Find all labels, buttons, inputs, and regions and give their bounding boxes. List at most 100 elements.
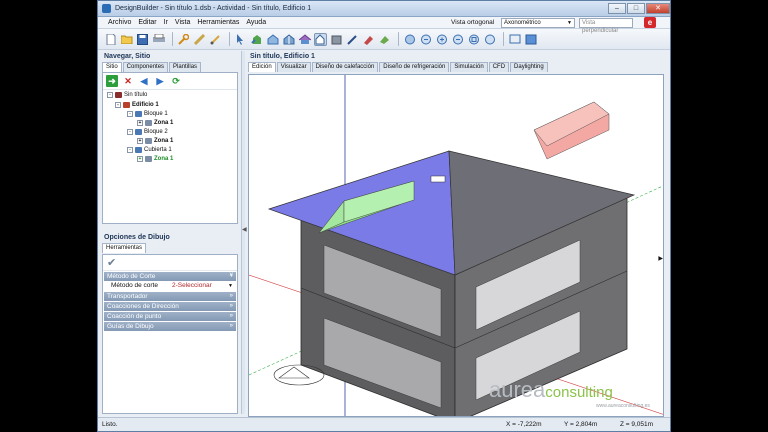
collapse-node-icon[interactable]: - [115, 101, 121, 108]
refresh-icon[interactable]: ⟳ [170, 75, 182, 87]
fill-icon[interactable] [378, 33, 391, 46]
collapse-node-icon[interactable]: - [107, 91, 113, 98]
collapse-arrow-icon[interactable]: ◀ [242, 226, 247, 233]
print-icon[interactable] [152, 33, 165, 46]
add-partition-icon[interactable] [282, 33, 295, 46]
section-coaccion-de-punto[interactable]: Coacción de punto » [104, 312, 236, 321]
zoom-icon[interactable] [419, 33, 432, 46]
tree-node[interactable]: - Edificio 1 [115, 100, 159, 109]
checkmark-icon[interactable]: ✔ [103, 255, 237, 271]
wrench-icon[interactable] [177, 33, 190, 46]
section-label: Guías de Dibujo [107, 323, 154, 330]
add-zone-icon[interactable] [266, 33, 279, 46]
tree-node[interactable]: - Cubierta 1 [127, 145, 172, 154]
menu-ir[interactable]: Ir [164, 19, 168, 26]
menu-ayuda[interactable]: Ayuda [246, 19, 266, 26]
orbit-icon[interactable] [403, 33, 416, 46]
screen-capture-icon[interactable] [508, 33, 521, 46]
tab-simulacion[interactable]: Simulación [450, 62, 488, 72]
paint-icon[interactable] [209, 33, 222, 46]
zoom-in-icon[interactable] [435, 33, 448, 46]
tree-node[interactable]: - Sin título [107, 90, 147, 99]
tree-node[interactable]: + Zona 1 [137, 154, 173, 163]
tree-node[interactable]: - Bloque 1 [127, 109, 168, 118]
expand-node-icon[interactable]: + [137, 155, 143, 162]
tree-node[interactable]: + Zona 1 [137, 136, 173, 145]
forward-arrow-icon[interactable]: ▶ [154, 75, 166, 87]
section-guias-de-dibujo[interactable]: Guías de Dibujo » [104, 322, 236, 331]
panel-splitter[interactable]: ◀ [241, 51, 247, 414]
close-button[interactable]: ✕ [646, 3, 670, 14]
expand-node-icon[interactable]: + [137, 137, 143, 144]
left-panel: Navegar, Sitio Sitio Componentes Plantil… [102, 51, 242, 414]
tree-node-label: Edificio 1 [132, 101, 159, 108]
erase-icon[interactable] [362, 33, 375, 46]
section-label: Coacciones de Dirección [107, 303, 179, 310]
chevron-down-icon[interactable]: ▼ [228, 281, 233, 291]
tab-diseno-de-refrigeracion[interactable]: Diseño de refrigeración [379, 62, 450, 72]
collapse-node-icon[interactable]: - [127, 128, 133, 135]
status-y: Y = 2,804m [564, 421, 598, 428]
navigation-tabs: Sitio Componentes Plantillas [102, 62, 242, 72]
pan-icon[interactable] [483, 33, 496, 46]
toolbar-separator [229, 32, 230, 46]
tab-diseno-de-calefaccion[interactable]: Diseño de calefacción [311, 62, 379, 72]
add-block-icon[interactable] [250, 33, 263, 46]
compass-pointer [278, 366, 310, 379]
tree-node[interactable]: + Zona 1 [137, 118, 173, 127]
ruler-icon[interactable] [193, 33, 206, 46]
expand-node-icon[interactable]: + [137, 119, 143, 126]
minimize-button[interactable]: – [608, 3, 626, 14]
block-solid-icon[interactable] [330, 33, 343, 46]
collapse-node-icon[interactable]: - [127, 146, 133, 153]
help-icon[interactable]: e [644, 17, 656, 28]
collapse-node-icon[interactable]: - [127, 110, 133, 117]
new-file-icon[interactable] [104, 33, 117, 46]
render-icon[interactable] [524, 33, 537, 46]
drawing-options-tabs: Herramientas [102, 243, 238, 253]
tab-edicion[interactable]: Edición [248, 62, 276, 72]
chevron-down-icon: ▼ [567, 20, 572, 26]
section-label: Método de Corte [107, 273, 156, 280]
3d-viewport[interactable]: aureaconsulting www.aureaconsulting.es ▶ [248, 74, 664, 417]
menu-editar[interactable]: Editar [138, 19, 156, 26]
screen-tabs: Edición Visualizar Diseño de calefacción… [248, 62, 668, 72]
cut-method-row[interactable]: Método de corte 2-Seleccionar ▼ [103, 281, 237, 291]
back-arrow-icon[interactable]: ◀ [138, 75, 150, 87]
cut-method-value[interactable]: 2-Seleccionar [172, 281, 212, 291]
menu-vista[interactable]: Vista [175, 19, 190, 26]
tree-node[interactable]: - Bloque 2 [127, 127, 168, 136]
add-roof-icon[interactable] [298, 33, 311, 46]
perpendicular-view-input[interactable]: Vista perpendicular [579, 18, 633, 34]
section-metodo-de-corte[interactable]: Método de Corte ¥ [104, 272, 236, 281]
node-icon [145, 119, 152, 126]
drawing-options-box: ✔ Método de Corte ¥ Método de corte 2-Sele… [102, 254, 238, 414]
tab-cfd[interactable]: CFD [488, 62, 510, 72]
select-pointer-icon[interactable] [234, 33, 247, 46]
node-icon [135, 146, 142, 153]
section-coacciones-de-direccion[interactable]: Coacciones de Dirección » [104, 302, 236, 311]
collapse-right-icon[interactable]: ▶ [658, 255, 663, 262]
view-select[interactable]: Axonométrico ▼ [501, 18, 575, 28]
collapse-icon: ¥ [229, 273, 233, 279]
building-model[interactable] [249, 75, 664, 417]
go-icon[interactable]: ➜ [106, 75, 118, 87]
delete-icon[interactable]: ✕ [122, 75, 134, 87]
draw-pen-icon[interactable] [346, 33, 359, 46]
status-x: X = -7,222m [506, 421, 542, 428]
maximize-button[interactable]: □ [627, 3, 645, 14]
save-icon[interactable] [136, 33, 149, 46]
open-folder-icon[interactable] [120, 33, 133, 46]
tab-herramientas[interactable]: Herramientas [102, 243, 147, 253]
tab-sitio[interactable]: Sitio [102, 62, 122, 72]
tab-visualizar[interactable]: Visualizar [276, 62, 311, 72]
menu-archivo[interactable]: Archivo [108, 19, 131, 26]
edit-point-icon[interactable] [314, 32, 327, 46]
section-transportador[interactable]: Transportador » [104, 292, 236, 301]
tab-componentes[interactable]: Componentes [122, 62, 169, 72]
zoom-out-icon[interactable] [451, 33, 464, 46]
zoom-extents-icon[interactable] [467, 33, 480, 46]
menu-herramientas[interactable]: Herramientas [197, 19, 239, 26]
tab-plantillas[interactable]: Plantillas [169, 62, 202, 72]
tab-daylighting[interactable]: Daylighting [510, 62, 548, 72]
